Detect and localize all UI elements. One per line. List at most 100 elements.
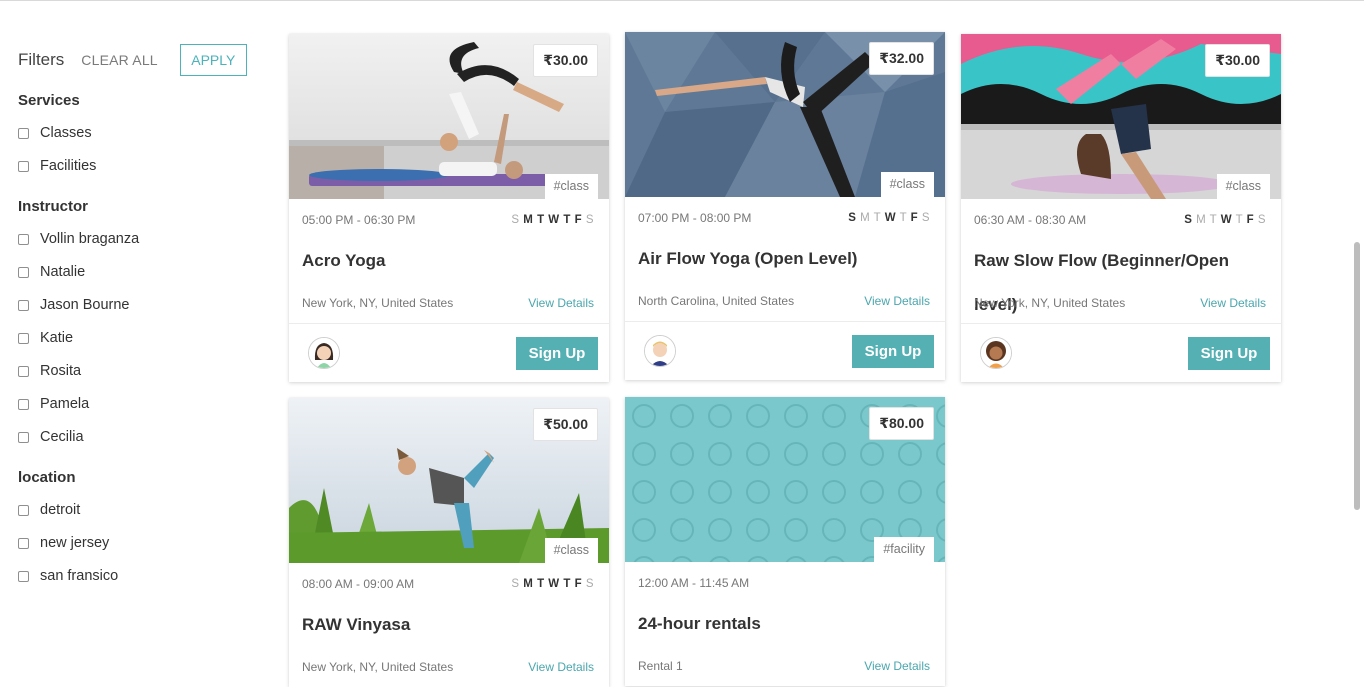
weekday-letter: S xyxy=(585,578,594,590)
acro-yoga-image: ₹30.00 #class xyxy=(289,34,609,199)
option-label: Vollin braganza xyxy=(40,231,140,247)
checkbox[interactable] xyxy=(18,127,29,139)
air-flow-yoga-image: ₹32.00 #class xyxy=(625,32,945,197)
option-label: new jersey xyxy=(40,535,110,551)
category-tag: #class xyxy=(880,172,934,197)
weekday-letter: T xyxy=(563,214,571,226)
top-divider xyxy=(0,0,1364,1)
weekday-letter: S xyxy=(511,214,520,226)
option-label: Katie xyxy=(40,330,74,346)
filter-option-vollin-braganza[interactable]: Vollin braganza xyxy=(18,231,139,247)
weekday-letter: W xyxy=(548,214,560,226)
option-label: Natalie xyxy=(40,264,86,280)
page-scrollbar[interactable] xyxy=(1354,242,1360,510)
price-badge: ₹30.00 xyxy=(533,44,598,77)
option-label: Classes xyxy=(40,125,92,141)
weekday-letter: T xyxy=(899,212,907,224)
weekday-letter: T xyxy=(873,212,881,224)
weekday-letter: F xyxy=(910,212,919,224)
class-title[interactable]: Acro Yoga xyxy=(289,239,609,283)
class-title[interactable]: RAW Vinyasa xyxy=(289,603,609,647)
raw-vinyasa-image: ₹50.00 #class xyxy=(289,398,609,563)
schedule-row: 05:00 PM - 06:30 PM S M T W T F S xyxy=(289,201,609,239)
filter-option-facilities[interactable]: Facilities xyxy=(18,158,96,174)
weekdays: S M T W T F S xyxy=(511,214,594,226)
weekdays: S M T W T F S xyxy=(848,212,930,224)
weekday-letter: S xyxy=(921,212,930,224)
clear-all-button[interactable]: CLEAR ALL xyxy=(81,52,158,68)
facility-card[interactable]: ₹80.00 #facility 12:00 AM - 11:45 AM 24-… xyxy=(625,397,945,686)
section-location-title: location xyxy=(18,469,76,486)
price-badge: ₹30.00 xyxy=(1205,44,1270,77)
weekday-letter: M xyxy=(523,578,534,590)
instructor-avatar[interactable] xyxy=(308,337,340,369)
checkbox[interactable] xyxy=(18,570,29,582)
schedule-row: 06:30 AM - 08:30 AM S M T W T F S xyxy=(961,201,1281,239)
filter-option-jason-bourne[interactable]: Jason Bourne xyxy=(18,297,129,313)
checkbox[interactable] xyxy=(18,398,29,410)
view-details-link[interactable]: View Details xyxy=(864,294,930,308)
weekday-letter: F xyxy=(1246,214,1255,226)
class-title[interactable]: Air Flow Yoga (Open Level) xyxy=(625,237,945,281)
view-details-link[interactable]: View Details xyxy=(1200,296,1266,310)
filter-option-san-fransico[interactable]: san fransico xyxy=(18,568,118,584)
facility-title[interactable]: 24-hour rentals xyxy=(625,602,945,646)
sign-up-button[interactable]: Sign Up xyxy=(1188,336,1270,370)
location-text: Rental 1 xyxy=(638,659,683,673)
location-text: New York, NY, United States xyxy=(302,296,454,310)
filters-title: Filters xyxy=(18,50,65,69)
checkbox[interactable] xyxy=(18,160,29,172)
schedule-row: 08:00 AM - 09:00 AM S M T W T F S xyxy=(289,565,609,603)
filters-header: Filters CLEAR ALL APPLY xyxy=(18,44,258,76)
filter-option-detroit[interactable]: detroit xyxy=(18,502,80,518)
class-title[interactable]: Raw Slow Flow (Beginner/Open level) xyxy=(961,239,1281,314)
checkbox[interactable] xyxy=(18,299,29,311)
time-range: 12:00 AM - 11:45 AM xyxy=(638,576,750,590)
option-label: Cecilia xyxy=(40,429,84,445)
apply-button[interactable]: APPLY xyxy=(179,44,247,76)
checkbox[interactable] xyxy=(18,233,29,245)
time-range: 07:00 PM - 08:00 PM xyxy=(638,211,752,225)
checkbox[interactable] xyxy=(18,431,29,443)
class-card[interactable]: ₹30.00 #class 05:00 PM - 06:30 PM S M T … xyxy=(289,34,609,382)
class-card[interactable]: ₹50.00 #class 08:00 AM - 09:00 AM S M T … xyxy=(289,398,609,687)
view-details-link[interactable]: View Details xyxy=(864,659,930,673)
class-card[interactable]: ₹30.00 #class 06:30 AM - 08:30 AM S M T … xyxy=(961,34,1281,382)
checkbox[interactable] xyxy=(18,504,29,516)
sign-up-button[interactable]: Sign Up xyxy=(852,334,934,368)
filter-option-natalie[interactable]: Natalie xyxy=(18,264,85,280)
category-tag: #class xyxy=(544,538,598,563)
instructor-avatar[interactable] xyxy=(980,337,1012,369)
weekday-letter: W xyxy=(1220,214,1233,226)
location-text: New York, NY, United States xyxy=(974,296,1126,310)
female-instructor-avatar xyxy=(309,338,339,368)
weekday-letter: M xyxy=(1196,214,1207,226)
price-badge: ₹32.00 xyxy=(869,42,934,75)
filter-option-katie[interactable]: Katie xyxy=(18,330,73,346)
instructor-avatar[interactable] xyxy=(644,335,676,367)
checkbox[interactable] xyxy=(18,332,29,344)
weekday-letter: W xyxy=(884,212,897,224)
weekday-letter: S xyxy=(585,214,594,226)
checkbox[interactable] xyxy=(18,537,29,549)
filter-option-new-jersey[interactable]: new jersey xyxy=(18,535,109,551)
raw-slow-flow-image: ₹30.00 #class xyxy=(961,34,1281,199)
view-details-link[interactable]: View Details xyxy=(528,296,594,310)
filter-option-rosita[interactable]: Rosita xyxy=(18,363,81,379)
facility-image: ₹80.00 #facility xyxy=(625,397,945,562)
checkbox[interactable] xyxy=(18,266,29,278)
weekday-letter: T xyxy=(563,578,571,590)
sign-up-button[interactable]: Sign Up xyxy=(516,336,598,370)
weekday-letter: F xyxy=(574,214,583,226)
option-label: Jason Bourne xyxy=(40,297,130,313)
section-services-title: Services xyxy=(18,92,80,109)
filter-option-pamela[interactable]: Pamela xyxy=(18,396,89,412)
class-card[interactable]: ₹32.00 #class 07:00 PM - 08:00 PM S M T … xyxy=(625,32,945,380)
weekdays: S M T W T F S xyxy=(511,578,594,590)
filter-option-classes[interactable]: Classes xyxy=(18,125,92,141)
price-badge: ₹80.00 xyxy=(869,407,934,440)
time-range: 08:00 AM - 09:00 AM xyxy=(302,577,415,591)
filter-option-cecilia[interactable]: Cecilia xyxy=(18,429,84,445)
checkbox[interactable] xyxy=(18,365,29,377)
option-label: san fransico xyxy=(40,568,119,584)
